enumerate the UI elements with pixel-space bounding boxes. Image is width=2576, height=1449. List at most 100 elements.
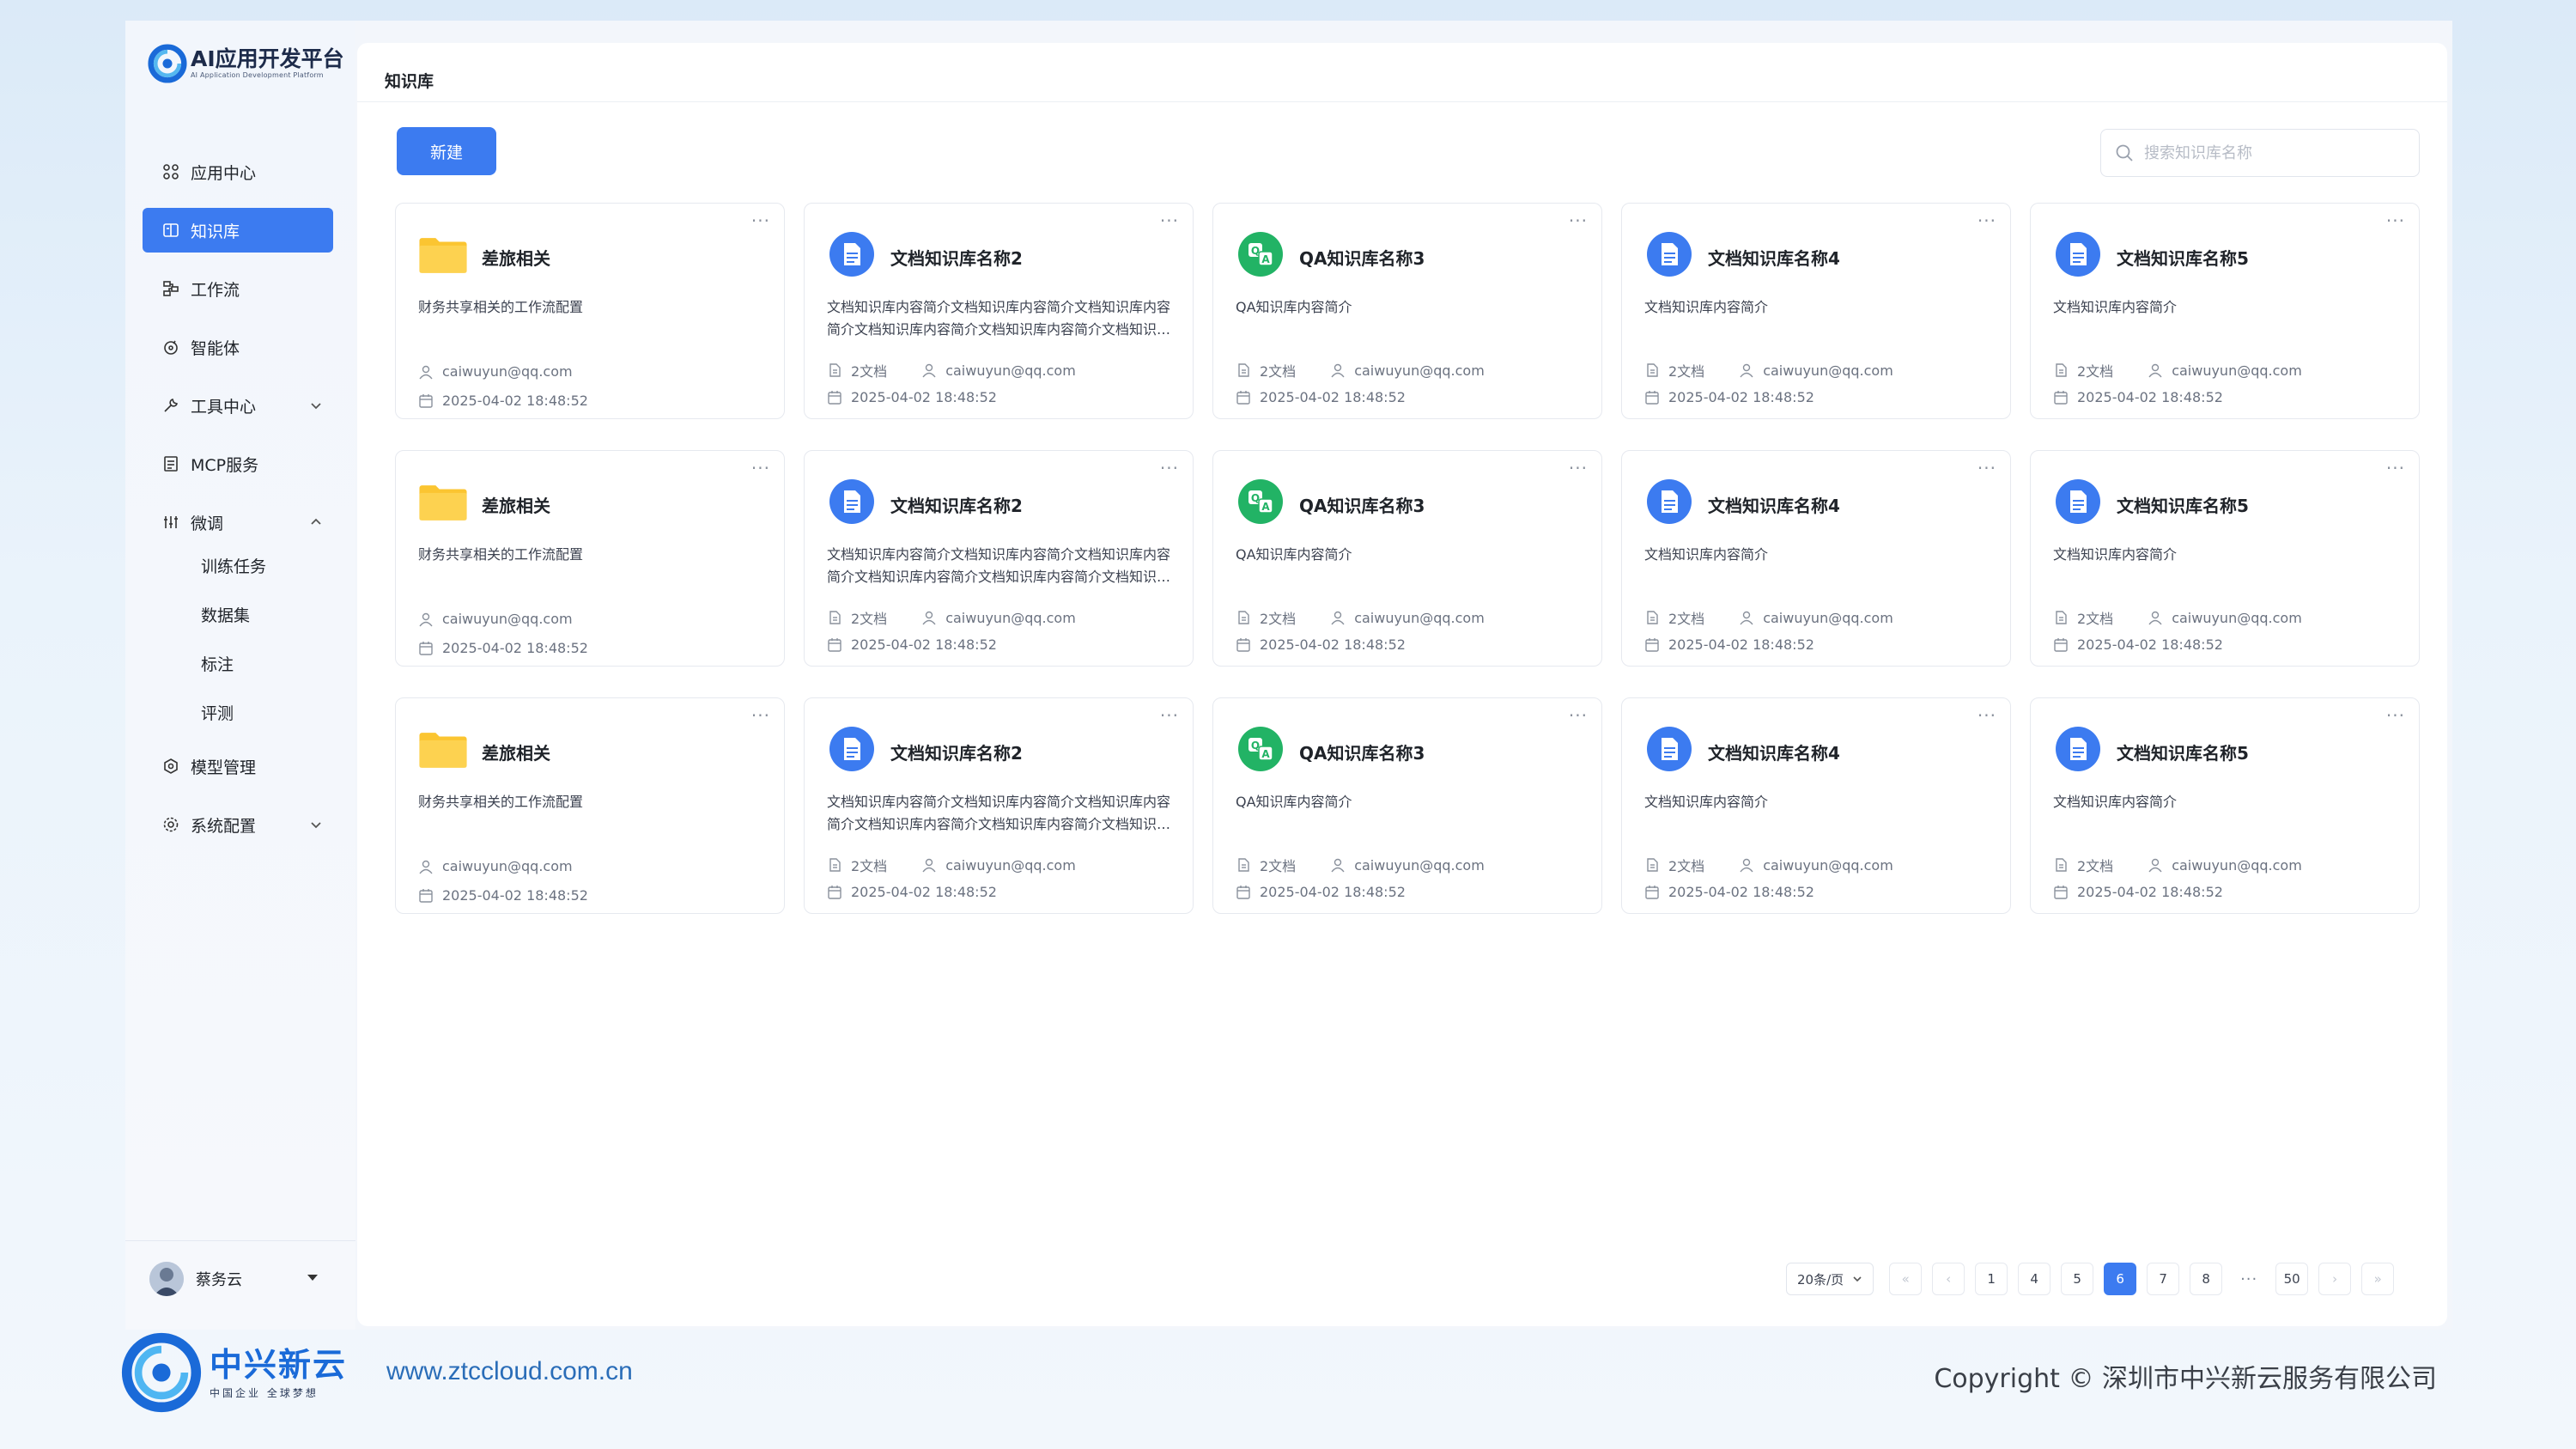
search-input[interactable]: [2144, 143, 2402, 162]
calendar-icon: [2053, 390, 2069, 405]
knowledge-card[interactable]: ··· Q A QA知识库名称3 QA知识库内容简介 2文档 caiwuyun@qq.com…: [1212, 450, 1602, 667]
more-options-button[interactable]: ···: [751, 458, 770, 478]
user-icon: [418, 364, 434, 380]
folder-icon: [418, 477, 468, 527]
knowledge-card[interactable]: ··· 文档知识库名称2 文档知识库内容简介文档知识库内容简介文档知识库内容简介文档…: [804, 697, 1194, 914]
card-title: 文档知识库名称2: [890, 496, 1023, 516]
app-logo[interactable]: AI应用开发平台 AI Application Development Plat…: [148, 43, 344, 84]
chevron-up-icon[interactable]: [307, 514, 325, 531]
knowledge-card[interactable]: ··· Q A QA知识库名称3 QA知识库内容简介 2文档 caiwuyun@qq.com…: [1212, 697, 1602, 914]
prev-page-button[interactable]: ‹: [1932, 1263, 1965, 1295]
next-page-button[interactable]: ›: [2318, 1263, 2352, 1295]
first-page-button[interactable]: «: [1889, 1263, 1923, 1295]
more-options-button[interactable]: ···: [2386, 458, 2405, 478]
sidebar-item-label: MCP服务: [191, 455, 259, 475]
user-icon: [418, 859, 434, 874]
sidebar-item-label: 工具中心: [191, 397, 257, 417]
card-title: 文档知识库名称4: [1708, 496, 1840, 516]
card-meta: 2文档 caiwuyun@qq.com: [827, 607, 1076, 628]
last-page-button[interactable]: »: [2361, 1263, 2395, 1295]
page-button[interactable]: 1: [1975, 1263, 2008, 1295]
more-options-button[interactable]: ···: [751, 210, 770, 231]
sidebar-item-label: 工作流: [191, 280, 240, 300]
sidebar-item-model[interactable]: 模型管理: [143, 744, 333, 788]
knowledge-card[interactable]: ··· 文档知识库名称5 文档知识库内容简介 2文档 caiwuyun@qq.com 20…: [2030, 203, 2420, 419]
sidebar-item-mcp[interactable]: MCP服务: [143, 441, 333, 486]
knowledge-card[interactable]: ··· 文档知识库名称5 文档知识库内容简介 2文档 caiwuyun@qq.com 20…: [2030, 450, 2420, 667]
sidebar-subitem-dataset[interactable]: 数据集: [143, 597, 333, 631]
sidebar-item-tool-center[interactable]: 工具中心: [143, 383, 333, 428]
more-options-button[interactable]: ···: [1569, 458, 1588, 478]
sidebar-subitem-evaluation[interactable]: 评测: [143, 695, 333, 729]
knowledge-card[interactable]: ··· 文档知识库名称2 文档知识库内容简介文档知识库内容简介文档知识库内容简介文档…: [804, 203, 1194, 419]
sidebar-item-label: 微调: [191, 514, 224, 533]
user-icon: [921, 610, 937, 625]
more-options-button[interactable]: ···: [1160, 210, 1179, 231]
page-button[interactable]: 8: [2190, 1263, 2223, 1295]
more-options-button[interactable]: ···: [1160, 705, 1179, 726]
more-options-button[interactable]: ···: [2386, 705, 2405, 726]
card-date: 2025-04-02 18:48:52: [851, 389, 997, 405]
more-options-button[interactable]: ···: [2386, 210, 2405, 231]
page-button[interactable]: 5: [2061, 1263, 2094, 1295]
sidebar-item-app-center[interactable]: 应用中心: [143, 149, 333, 194]
more-options-button[interactable]: ···: [751, 705, 770, 726]
knowledge-card[interactable]: ··· 文档知识库名称4 文档知识库内容简介 2文档 caiwuyun@qq.com 20…: [1621, 203, 2011, 419]
card-email: caiwuyun@qq.com: [945, 362, 1076, 379]
more-options-button[interactable]: ···: [1160, 458, 1179, 478]
sidebar-item-agent[interactable]: 智能体: [143, 325, 333, 369]
footer-url[interactable]: www.ztccloud.com.cn: [386, 1357, 633, 1386]
card-description: 文档知识库内容简介: [2053, 546, 2178, 563]
card-meta: 2文档 caiwuyun@qq.com: [2053, 360, 2302, 381]
document-icon: [827, 724, 877, 774]
more-options-button[interactable]: ···: [1978, 458, 1996, 478]
knowledge-card[interactable]: ··· Q A QA知识库名称3 QA知识库内容简介 2文档 caiwuyun@qq.com…: [1212, 203, 1602, 419]
knowledge-card[interactable]: ··· 文档知识库名称2 文档知识库内容简介文档知识库内容简介文档知识库内容简介文档…: [804, 450, 1194, 667]
card-description: 财务共享相关的工作流配置: [418, 794, 584, 810]
more-options-button[interactable]: ···: [1569, 705, 1588, 726]
knowledge-card[interactable]: ··· 文档知识库名称5 文档知识库内容简介 2文档 caiwuyun@qq.com 20…: [2030, 697, 2420, 914]
page-button[interactable]: 50: [2275, 1263, 2309, 1295]
more-options-button[interactable]: ···: [1978, 210, 1996, 231]
card-date-row: 2025-04-02 18:48:52: [2053, 389, 2223, 405]
footer-brand: 中兴新云: [210, 1345, 348, 1384]
user-menu[interactable]: 蔡务云: [149, 1259, 330, 1299]
chevron-down-icon[interactable]: [307, 397, 325, 414]
pagination: 20条/页 « ‹ 1 4 5 6 7 8 ··· 50 › »: [1786, 1263, 2404, 1295]
calendar-icon: [418, 393, 434, 409]
document-icon: [1644, 229, 1694, 279]
sidebar-subitem-training[interactable]: 训练任务: [143, 548, 333, 582]
card-owner: caiwuyun@qq.com: [418, 858, 573, 874]
card-date-row: 2025-04-02 18:48:52: [827, 884, 997, 900]
page-size-select[interactable]: 20条/页: [1786, 1263, 1874, 1295]
card-email: caiwuyun@qq.com: [1763, 856, 1893, 874]
sidebar-item-finetune[interactable]: 微调: [143, 500, 333, 545]
knowledge-card[interactable]: ··· 文档知识库名称4 文档知识库内容简介 2文档 caiwuyun@qq.com 20…: [1621, 697, 2011, 914]
sidebar-item-knowledge[interactable]: 知识库: [143, 208, 333, 253]
file-icon: [1236, 857, 1251, 873]
knowledge-card[interactable]: ··· 文档知识库名称4 文档知识库内容简介 2文档 caiwuyun@qq.com 20…: [1621, 450, 2011, 667]
card-date-row: 2025-04-02 18:48:52: [2053, 636, 2223, 653]
knowledge-card[interactable]: ··· 差旅相关 财务共享相关的工作流配置 caiwuyun@qq.com 2025-0…: [395, 697, 785, 914]
more-options-button[interactable]: ···: [1569, 210, 1588, 231]
knowledge-card[interactable]: ··· 差旅相关 财务共享相关的工作流配置 caiwuyun@qq.com 2025-0…: [395, 450, 785, 667]
sidebar-divider: [125, 1240, 355, 1241]
knowledge-card[interactable]: ··· 差旅相关 财务共享相关的工作流配置 caiwuyun@qq.com 2025-0…: [395, 203, 785, 419]
avatar: [149, 1262, 184, 1296]
sidebar-item-settings[interactable]: 系统配置: [143, 802, 333, 847]
file-icon: [1236, 362, 1251, 378]
sidebar-item-workflow[interactable]: 工作流: [143, 266, 333, 311]
new-button[interactable]: 新建: [397, 127, 496, 175]
page-ellipsis[interactable]: ···: [2233, 1263, 2266, 1295]
sidebar-subitem-labeling[interactable]: 标注: [143, 646, 333, 680]
page-button[interactable]: 7: [2147, 1263, 2180, 1295]
card-title: QA知识库名称3: [1299, 743, 1425, 764]
caret-down-icon[interactable]: [307, 1275, 318, 1281]
more-options-button[interactable]: ···: [1978, 705, 1996, 726]
search-box[interactable]: [2100, 129, 2420, 177]
chevron-down-icon[interactable]: [307, 816, 325, 833]
page-button-current[interactable]: 6: [2104, 1263, 2137, 1295]
page-button[interactable]: 4: [2018, 1263, 2051, 1295]
calendar-icon: [418, 888, 434, 904]
footer-copyright: Copyright © 深圳市中兴新云服务有限公司: [1934, 1364, 2437, 1394]
